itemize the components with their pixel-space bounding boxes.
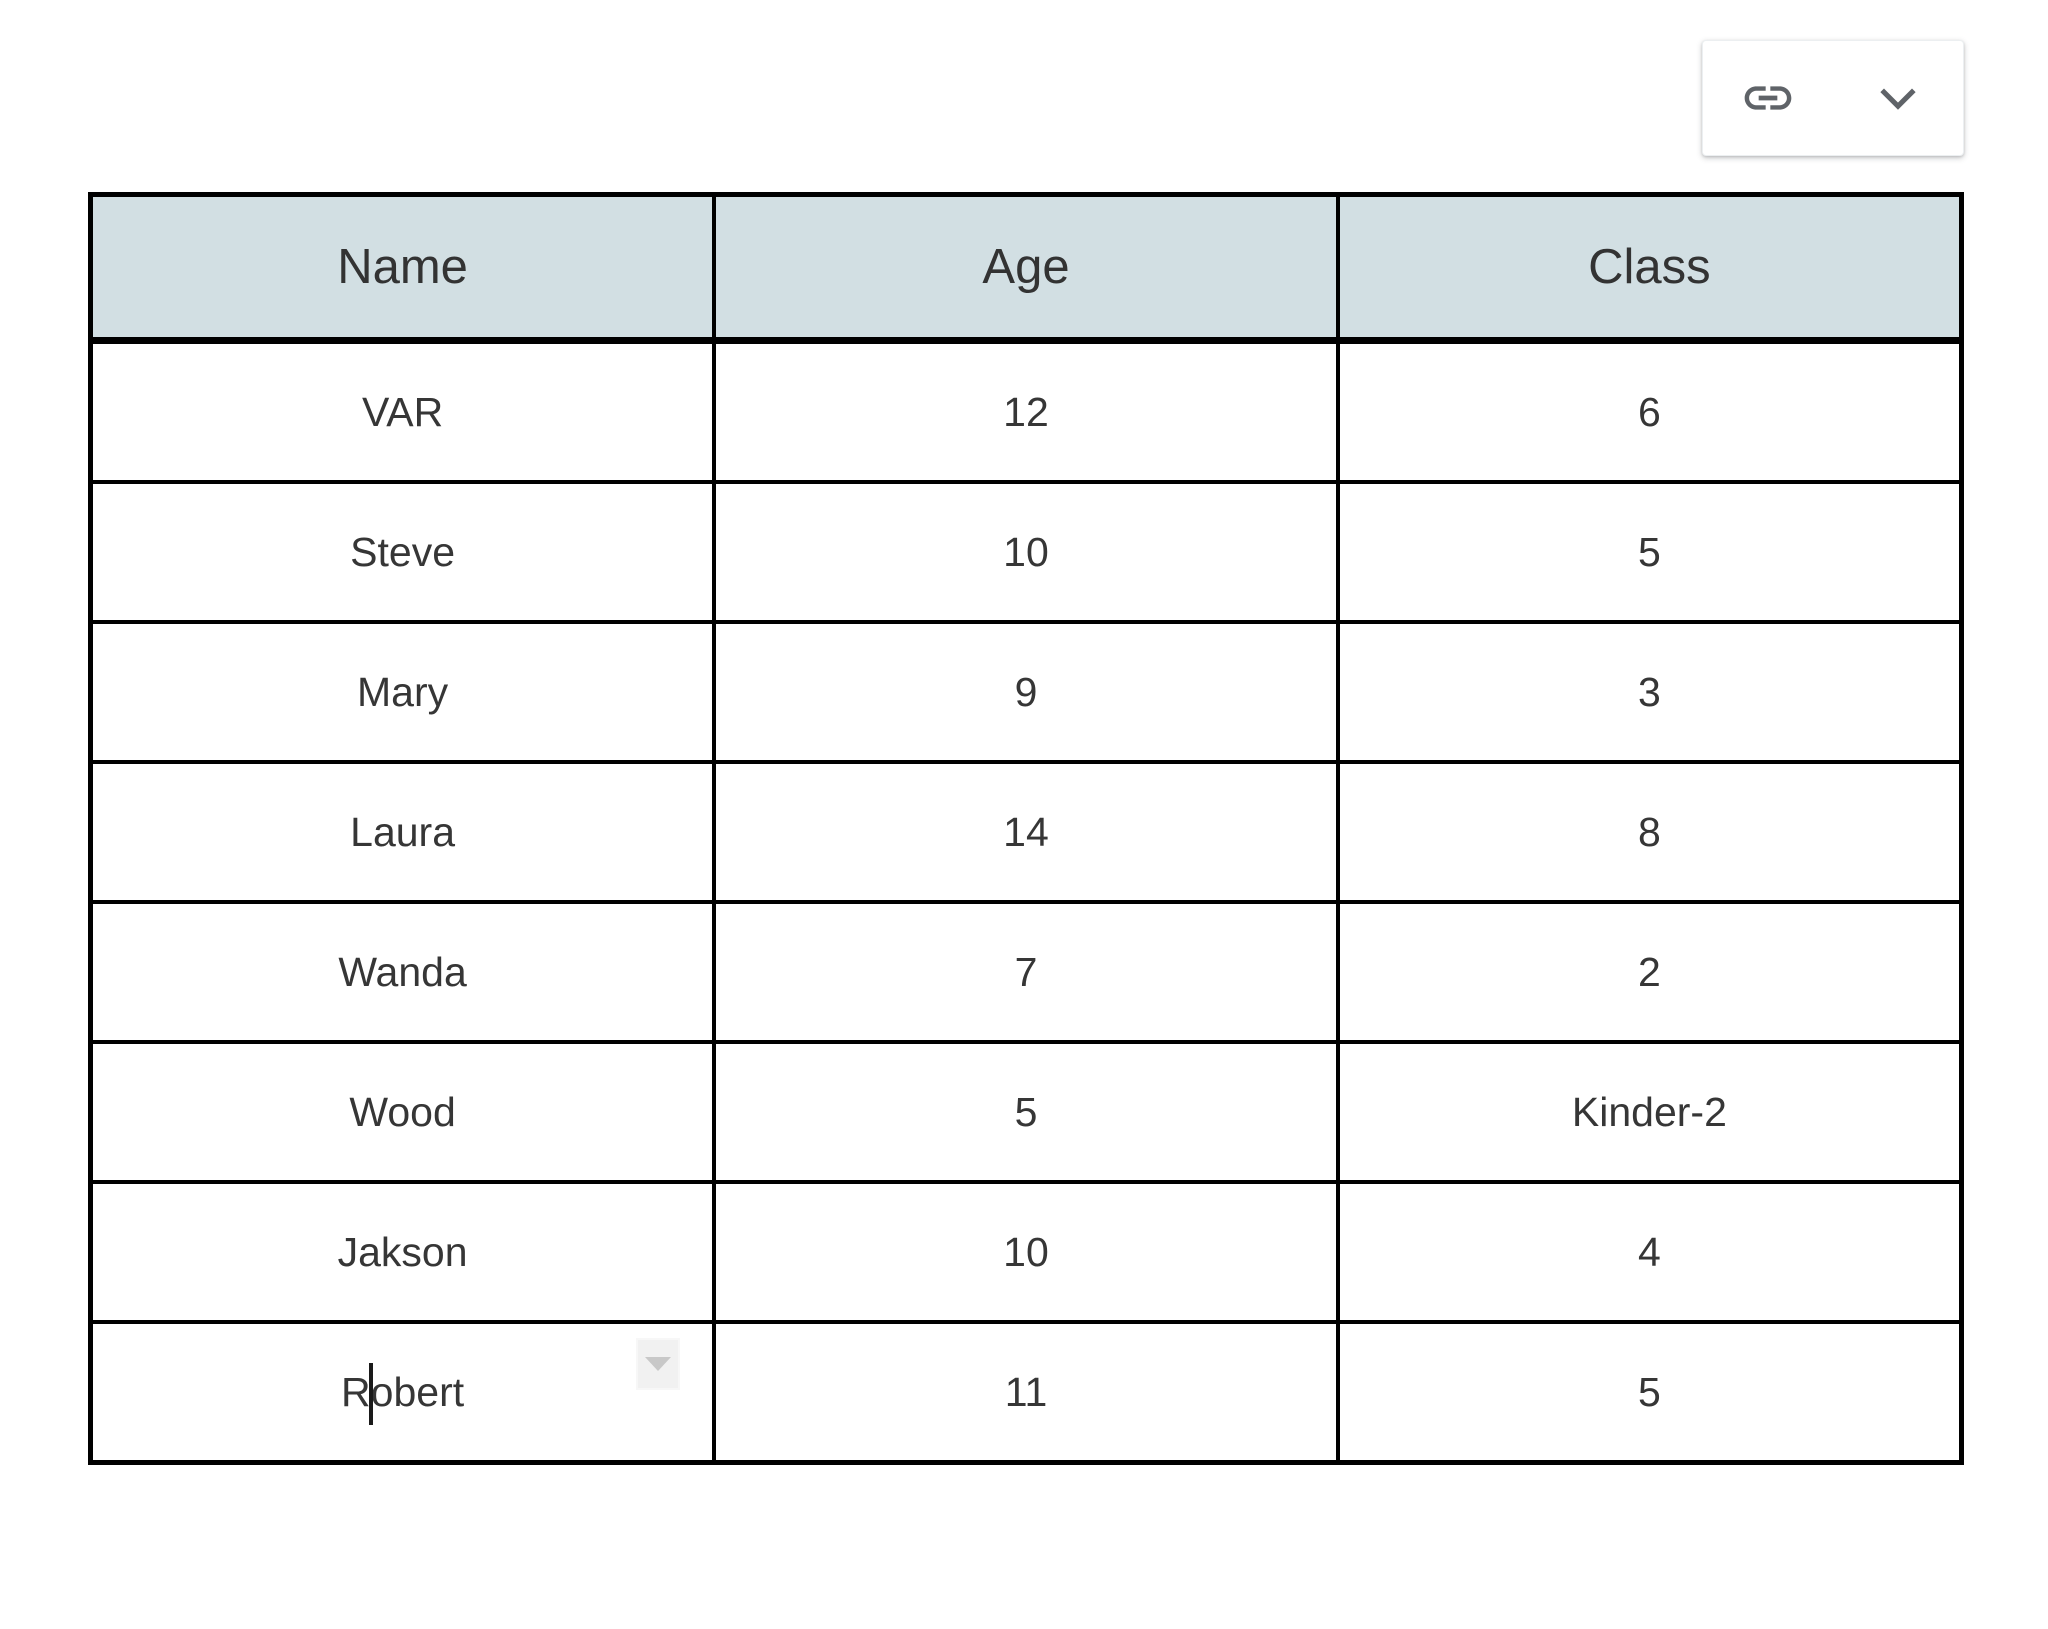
cell-text: 9	[1014, 668, 1038, 715]
cell-class[interactable]: 5	[1335, 1320, 1962, 1463]
cell-text: 7	[1014, 948, 1038, 995]
cell-age[interactable]: 7	[712, 900, 1340, 1044]
cell-text-after-caret: obert	[370, 1368, 465, 1415]
table-row: R obert 11 5	[90, 1320, 1962, 1463]
students-table: Name Age Class VAR 12 6 Steve 10 5 Mary …	[88, 192, 1964, 1465]
cell-class[interactable]: Kinder-2	[1335, 1040, 1962, 1184]
text-cursor-caret	[368, 1363, 373, 1425]
cell-age[interactable]: 9	[712, 620, 1340, 764]
cell-age[interactable]: 10	[712, 480, 1340, 624]
cell-text: 10	[1003, 1228, 1049, 1275]
cell-class[interactable]: 4	[1335, 1180, 1962, 1324]
link-button[interactable]	[1720, 50, 1816, 146]
cell-class[interactable]: 6	[1335, 340, 1962, 484]
cell-text-before-caret: R	[341, 1368, 371, 1415]
more-options-button[interactable]	[1850, 50, 1946, 146]
cell-name[interactable]: Mary	[90, 620, 717, 764]
cell-text: 12	[1003, 388, 1049, 435]
cell-age[interactable]: 5	[712, 1040, 1340, 1184]
column-header-name[interactable]: Name	[90, 194, 717, 344]
cell-class[interactable]: 8	[1335, 760, 1962, 904]
table-row: Wood 5 Kinder-2	[90, 1040, 1962, 1184]
cell-text: 5	[1014, 1088, 1038, 1135]
cell-text: 10	[1003, 528, 1049, 575]
cell-text: VAR	[361, 388, 444, 435]
column-header-age[interactable]: Age	[712, 194, 1340, 344]
cell-text: Kinder-2	[1571, 1088, 1727, 1135]
cell-name[interactable]: Steve	[90, 480, 717, 624]
table-row: Steve 10 5	[90, 480, 1962, 624]
cell-name[interactable]: Laura	[90, 760, 717, 904]
cell-text: 3	[1638, 668, 1661, 715]
cell-text: 8	[1638, 808, 1661, 855]
link-icon	[1740, 70, 1796, 126]
table-row: Laura 14 8	[90, 760, 1962, 904]
cell-text: Steve	[350, 528, 455, 575]
table-row: Jakson 10 4	[90, 1180, 1962, 1324]
cell-text: 14	[1003, 808, 1049, 855]
cell-class[interactable]: 3	[1335, 620, 1962, 764]
cell-text: Wood	[349, 1088, 456, 1135]
cell-text: Jakson	[337, 1228, 468, 1275]
cell-text: 5	[1638, 528, 1661, 575]
cell-name-editing[interactable]: R obert	[90, 1320, 717, 1463]
cell-text: 11	[1004, 1368, 1048, 1415]
cell-name[interactable]: VAR	[90, 340, 717, 484]
cell-text: 5	[1638, 1368, 1661, 1415]
cell-age[interactable]: 11	[712, 1320, 1340, 1463]
cell-text: Laura	[350, 808, 456, 855]
chevron-down-icon	[1870, 70, 1926, 126]
cell-class[interactable]: 2	[1335, 900, 1962, 1044]
dropdown-triangle-icon[interactable]	[636, 1338, 681, 1390]
cell-age[interactable]: 12	[712, 340, 1340, 484]
table-body: VAR 12 6 Steve 10 5 Mary 9 3 Laura 14 8 …	[90, 340, 1962, 1463]
cell-text: 6	[1638, 388, 1661, 435]
table-row: VAR 12 6	[90, 340, 1962, 484]
column-header-class[interactable]: Class	[1335, 194, 1962, 344]
cell-age[interactable]: 14	[712, 760, 1340, 904]
cell-name[interactable]: Jakson	[90, 1180, 717, 1324]
cell-text: Mary	[357, 668, 449, 715]
cell-age[interactable]: 10	[712, 1180, 1340, 1324]
table-header: Name Age Class	[90, 194, 1962, 344]
table-row: Mary 9 3	[90, 620, 1962, 764]
cell-class[interactable]: 5	[1335, 480, 1962, 624]
cell-text: 2	[1638, 948, 1661, 995]
cell-name[interactable]: Wanda	[90, 900, 717, 1044]
cell-text: 4	[1638, 1228, 1661, 1275]
data-table-wrapper: Name Age Class VAR 12 6 Steve 10 5 Mary …	[88, 192, 1964, 1465]
table-row: Wanda 7 2	[90, 900, 1962, 1044]
floating-toolbar	[1702, 40, 1964, 156]
cell-name[interactable]: Wood	[90, 1040, 717, 1184]
cell-text: Wanda	[338, 948, 467, 995]
table-header-row: Name Age Class	[90, 194, 1962, 344]
